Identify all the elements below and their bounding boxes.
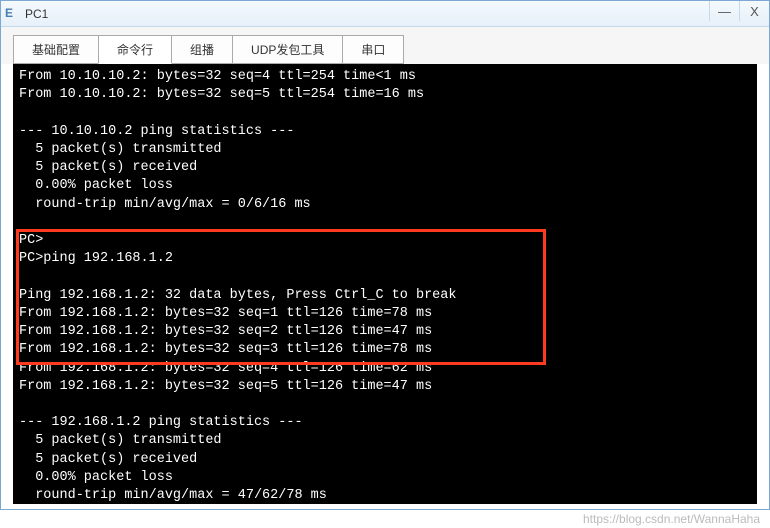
terminal-line: From 10.10.10.2: bytes=32 seq=5 ttl=254 … <box>19 87 424 102</box>
terminal-line: --- 10.10.10.2 ping statistics --- <box>19 124 294 139</box>
terminal-output[interactable]: From 10.10.10.2: bytes=32 seq=4 ttl=254 … <box>13 64 757 504</box>
tab-serial[interactable]: 串口 <box>342 35 404 64</box>
terminal-line: PC> <box>19 233 43 248</box>
terminal-line: PC>ping 192.168.1.2 <box>19 251 173 266</box>
tab-bar: 基础配置 命令行 组播 UDP发包工具 串口 <box>1 27 769 64</box>
window-title: PC1 <box>25 7 48 21</box>
titlebar-buttons: — X <box>709 1 769 21</box>
terminal-line: round-trip min/avg/max = 0/6/16 ms <box>19 197 311 212</box>
close-button[interactable]: X <box>739 1 769 21</box>
tab-multicast[interactable]: 组播 <box>171 35 233 64</box>
tab-basic-config[interactable]: 基础配置 <box>13 35 99 64</box>
titlebar[interactable]: E PC1 — X <box>1 1 769 27</box>
terminal-line: Ping 192.168.1.2: 32 data bytes, Press C… <box>19 288 456 303</box>
app-icon: E <box>5 6 21 22</box>
minimize-button[interactable]: — <box>709 1 739 21</box>
terminal-line: --- 192.168.1.2 ping statistics --- <box>19 415 303 430</box>
terminal-line: 0.00% packet loss <box>19 178 173 193</box>
terminal-line: 5 packet(s) transmitted <box>19 433 222 448</box>
terminal-line: 5 packet(s) transmitted <box>19 142 222 157</box>
tab-cli[interactable]: 命令行 <box>98 35 172 64</box>
terminal-line: From 192.168.1.2: bytes=32 seq=1 ttl=126… <box>19 306 432 321</box>
terminal-line: From 192.168.1.2: bytes=32 seq=3 ttl=126… <box>19 342 432 357</box>
tab-udp-tool[interactable]: UDP发包工具 <box>232 35 343 64</box>
app-window: E PC1 — X 基础配置 命令行 组播 UDP发包工具 串口 From 10… <box>0 0 770 510</box>
terminal-line: 0.00% packet loss <box>19 470 173 485</box>
terminal-line: 5 packet(s) received <box>19 452 197 467</box>
terminal-line: From 10.10.10.2: bytes=32 seq=4 ttl=254 … <box>19 69 416 84</box>
watermark: https://blog.csdn.net/WannaHaha <box>583 512 760 526</box>
terminal-line: round-trip min/avg/max = 47/62/78 ms <box>19 488 327 503</box>
terminal-line: From 192.168.1.2: bytes=32 seq=4 ttl=126… <box>19 361 432 376</box>
terminal-line: 5 packet(s) received <box>19 160 197 175</box>
terminal-line: From 192.168.1.2: bytes=32 seq=5 ttl=126… <box>19 379 432 394</box>
terminal-line: From 192.168.1.2: bytes=32 seq=2 ttl=126… <box>19 324 432 339</box>
